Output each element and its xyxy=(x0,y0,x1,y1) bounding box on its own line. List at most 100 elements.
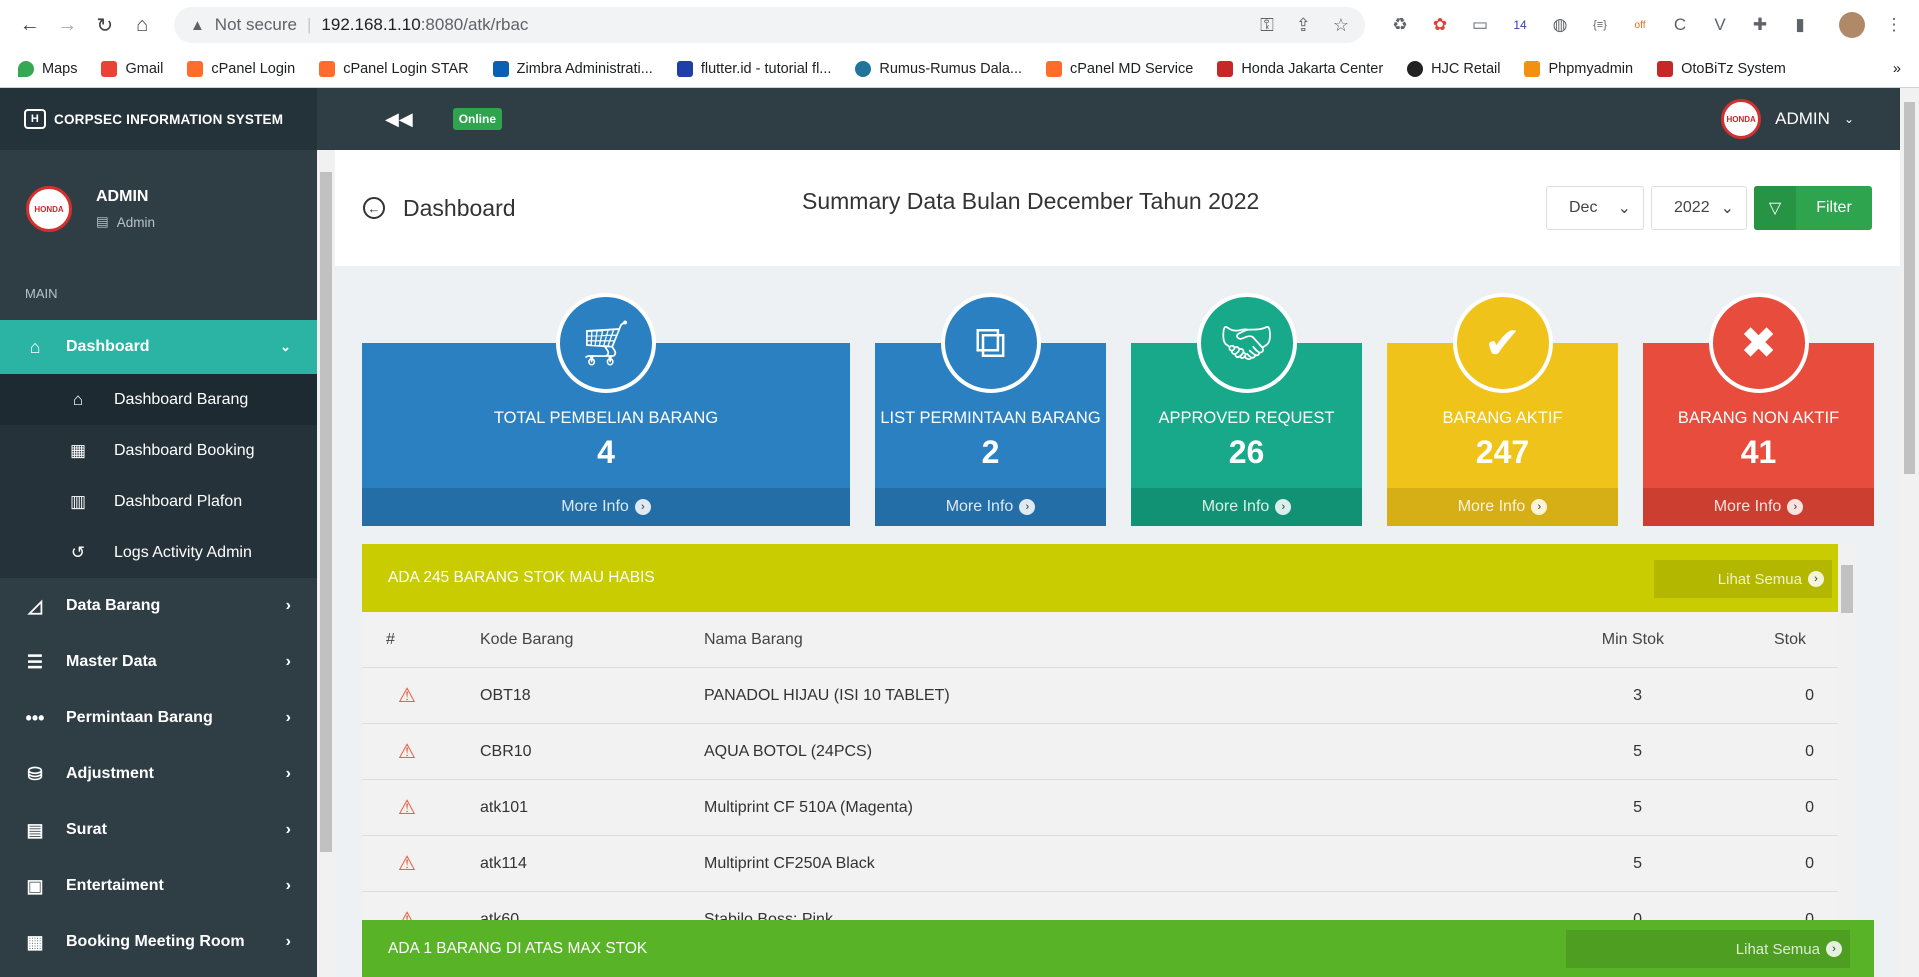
history-icon: ↺ xyxy=(70,542,86,562)
sidebar-item-dashboard-plafon[interactable]: ▥ Dashboard Plafon xyxy=(0,476,317,527)
handshake-icon: 🤝︎ xyxy=(1196,293,1297,393)
chevron-right-icon: › xyxy=(285,877,291,894)
puzzle-icon[interactable]: ✚ xyxy=(1749,14,1771,36)
id-card-icon: ▤ xyxy=(96,214,109,229)
sidebar-item-data-barang[interactable]: ◿ Data Barang › xyxy=(0,578,317,634)
sidebar-item-surat[interactable]: ▤ Surat › xyxy=(0,802,317,858)
key-icon[interactable]: ⚿ xyxy=(1260,15,1274,36)
sidebar-toggle-icon[interactable]: ◀◀ xyxy=(385,109,413,130)
bookmark-otobitz[interactable]: OtoBiTz System xyxy=(1657,61,1786,77)
chevron-down-icon: ⌄ xyxy=(1843,112,1854,126)
bookmark-phpmyadmin[interactable]: Phpmyadmin xyxy=(1524,61,1633,77)
close-icon: ✖ xyxy=(1708,293,1809,393)
bookmark-gmail[interactable]: Gmail xyxy=(101,61,163,77)
bookmark-rumus[interactable]: Rumus-Rumus Dala... xyxy=(855,61,1022,77)
panel-scrollbar[interactable] xyxy=(1838,544,1856,920)
table-row: ⚠ CBR10 AQUA BOTOL (24PCS) 5 0 xyxy=(362,724,1856,780)
over-stock-title: ADA 1 BARANG DI ATAS MAX STOK xyxy=(388,939,648,957)
bookmark-cpanel-md[interactable]: cPanel MD Service xyxy=(1046,61,1193,77)
share-icon[interactable]: ⇪ xyxy=(1296,15,1311,36)
off-extension-icon[interactable]: off xyxy=(1629,14,1651,36)
back-arrow-icon[interactable]: ← xyxy=(363,197,385,219)
recycle-icon[interactable]: ♻ xyxy=(1389,14,1411,36)
forward-icon[interactable]: → xyxy=(51,9,82,41)
summary-title: Summary Data Bulan December Tahun 2022 xyxy=(802,188,1260,214)
brand[interactable]: H CORPSEC INFORMATION SYSTEM xyxy=(0,88,317,150)
chevron-down-icon: ⌄ xyxy=(1720,200,1734,217)
bookmark-flutter[interactable]: flutter.id - tutorial fl... xyxy=(676,61,831,77)
more-info-link[interactable]: More Info › xyxy=(362,488,850,526)
code-icon[interactable]: C xyxy=(1669,14,1691,36)
warning-icon: ⚠ xyxy=(398,685,416,707)
profile-avatar[interactable] xyxy=(1839,12,1865,38)
more-info-link[interactable]: More Info › xyxy=(1643,488,1874,526)
profile-avatar: HONDA xyxy=(26,186,72,232)
bookmark-honda-jakarta[interactable]: Honda Jakarta Center xyxy=(1217,61,1383,77)
dashboard-submenu: ⌂ Dashboard Barang ▦ Dashboard Booking ▥ Da… xyxy=(0,374,317,578)
sidebar-item-adjustment[interactable]: ⛁ Adjustment › xyxy=(0,746,317,802)
see-all-button[interactable]: Lihat Semua › xyxy=(1566,930,1850,968)
bookmark-cpanel-login-star[interactable]: cPanel Login STAR xyxy=(319,61,469,77)
sidebar-item-permintaan-barang[interactable]: ••• Permintaan Barang › xyxy=(0,690,317,746)
chart-area-icon: ◿ xyxy=(28,595,42,616)
sidebar-item-master-data[interactable]: ☰ Master Data › xyxy=(0,634,317,690)
table-header: # Kode Barang Nama Barang Min Stok Stok xyxy=(362,612,1856,668)
sidebar-scrollbar[interactable] xyxy=(317,150,335,977)
sidebar-item-dashboard[interactable]: ⌂ Dashboard ⌄ xyxy=(0,320,317,374)
cast-icon[interactable]: ▭ xyxy=(1469,14,1491,36)
sidebar-item-dashboard-booking[interactable]: ▦ Dashboard Booking xyxy=(0,425,317,476)
funnel-icon: ▽ xyxy=(1754,186,1796,230)
arrow-circle-icon: › xyxy=(634,499,651,515)
calendar-icon: ▦ xyxy=(26,931,44,952)
filter-button[interactable]: ▽ Filter xyxy=(1754,186,1872,230)
reload-icon[interactable]: ↻ xyxy=(89,9,120,41)
globe-icon[interactable]: ◍ xyxy=(1549,14,1571,36)
home-icon: ⌂ xyxy=(72,389,84,409)
table-row: ⚠ atk101 Multiprint CF 510A (Magenta) 5 … xyxy=(362,780,1856,836)
extension-badge-icon[interactable]: 14 xyxy=(1509,14,1531,36)
scrollbar-thumb[interactable] xyxy=(1904,102,1915,474)
brand-title: CORPSEC INFORMATION SYSTEM xyxy=(54,111,284,127)
bookmark-hjc-retail[interactable]: HJC Retail xyxy=(1407,61,1500,77)
menu-icon[interactable]: ⋮ xyxy=(1883,14,1905,36)
arrow-circle-icon: › xyxy=(1787,499,1804,515)
arrow-circle-icon: › xyxy=(1019,499,1036,515)
sidebar-item-booking-meeting-room[interactable]: ▦ Booking Meeting Room › xyxy=(0,914,317,970)
more-info-link[interactable]: More Info › xyxy=(1387,488,1618,526)
month-select[interactable]: Dec ⌄ xyxy=(1546,186,1644,230)
back-icon[interactable]: ← xyxy=(14,9,45,41)
color-wheel-icon[interactable]: ✿ xyxy=(1429,14,1451,36)
sidepanel-icon[interactable]: ▮ xyxy=(1789,14,1811,36)
year-select[interactable]: 2022 ⌄ xyxy=(1651,186,1747,230)
more-info-link[interactable]: More Info › xyxy=(875,488,1106,526)
sidebar-item-logs-activity[interactable]: ↺ Logs Activity Admin xyxy=(0,527,317,578)
warning-icon: ▲ xyxy=(189,16,205,34)
json-icon[interactable]: {≡} xyxy=(1589,14,1611,36)
scrollbar-thumb[interactable] xyxy=(1841,565,1853,613)
page-title: Dashboard xyxy=(403,194,516,221)
star-icon[interactable]: ☆ xyxy=(1333,15,1349,36)
see-all-button[interactable]: Lihat Semua › xyxy=(1654,560,1832,598)
bookmark-cpanel-login[interactable]: cPanel Login xyxy=(187,61,295,77)
sidebar-profile: HONDA ADMIN ▤ Admin xyxy=(0,150,317,268)
user-menu[interactable]: HONDA ADMIN ⌄ xyxy=(1721,99,1854,139)
more-bookmarks-icon[interactable]: » xyxy=(1893,61,1901,77)
scrollbar-thumb[interactable] xyxy=(320,172,332,852)
chevron-right-icon: › xyxy=(285,597,291,614)
address-bar[interactable]: ▲ Not secure | 192.168.1.10 :8080/atk/rb… xyxy=(173,7,1365,43)
arrow-circle-icon: › xyxy=(1531,499,1548,515)
vue-icon[interactable]: V xyxy=(1709,14,1731,36)
bookmark-zimbra[interactable]: Zimbra Administrati... xyxy=(492,61,653,77)
more-info-link[interactable]: More Info › xyxy=(1131,488,1362,526)
sidebar: HONDA ADMIN ▤ Admin MAIN ⌂ Dashboard ⌄ ⌂ D… xyxy=(0,150,317,977)
app-header: H CORPSEC INFORMATION SYSTEM ◀◀ Online H… xyxy=(0,88,1900,150)
home-icon[interactable]: ⌂ xyxy=(126,9,157,41)
user-avatar: HONDA xyxy=(1721,99,1762,139)
bookmark-maps[interactable]: Maps xyxy=(18,61,77,77)
section-label: MAIN xyxy=(25,286,58,301)
sidebar-item-dashboard-barang[interactable]: ⌂ Dashboard Barang xyxy=(0,374,317,425)
card-barang-non-aktif: ✖ BARANG NON AKTIF 41 More Info › xyxy=(1643,293,1874,526)
page-scrollbar[interactable] xyxy=(1900,88,1919,977)
profile-role: Admin xyxy=(116,214,156,230)
sidebar-item-entertaiment[interactable]: ▣ Entertaiment › xyxy=(0,858,317,914)
